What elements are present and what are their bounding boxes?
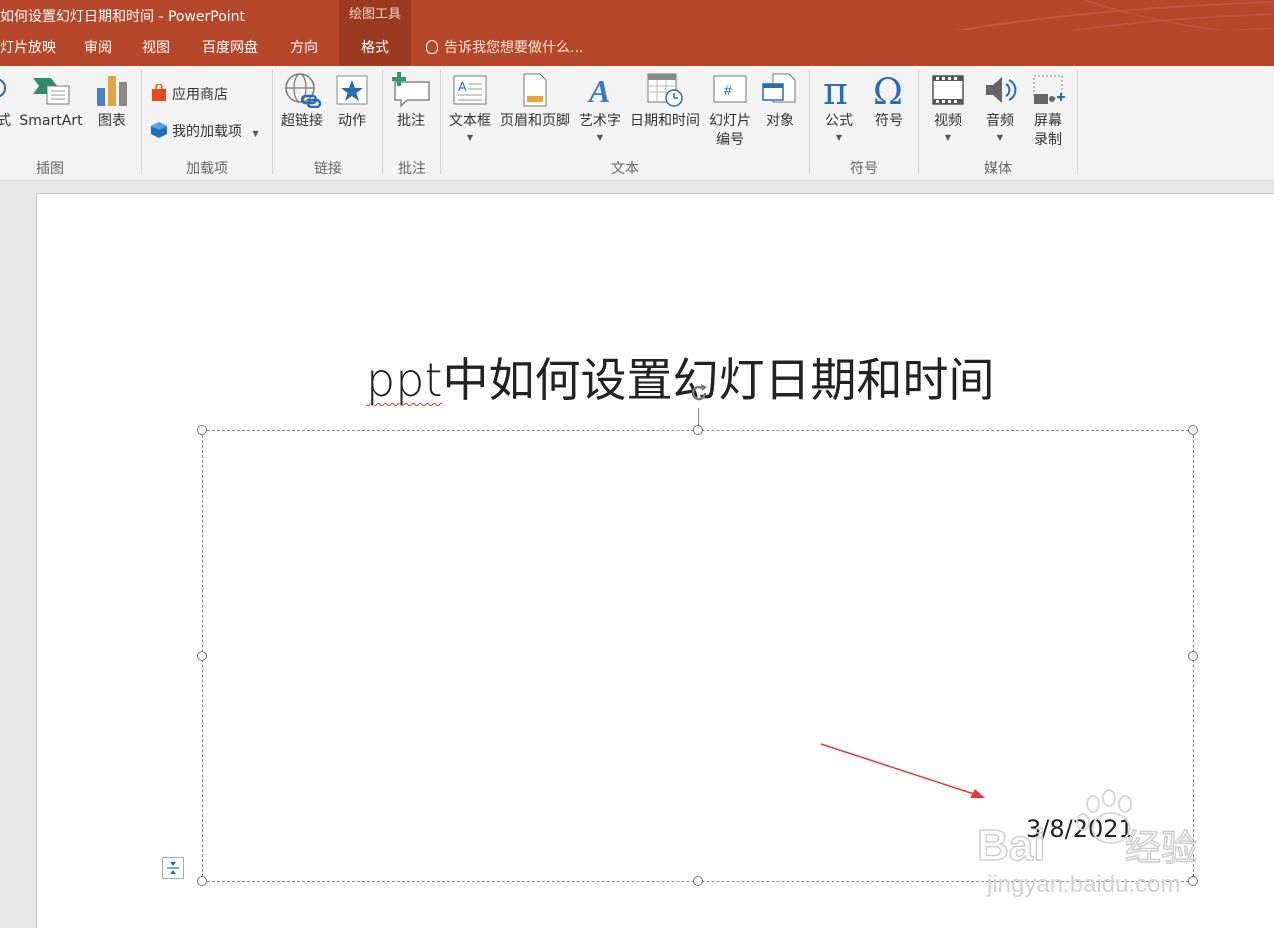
title-bar: 如何设置幻灯日期和时间 - PowerPoint 绘图工具	[0, 0, 1274, 30]
dropdown-caret-icon: ▼	[466, 133, 474, 142]
chart-button[interactable]: 图表	[94, 72, 130, 131]
screen-record-icon	[1033, 75, 1065, 104]
slide-title-ppt-word: ppt	[366, 353, 443, 407]
header-footer-icon	[523, 73, 547, 107]
group-label-links: 链接	[314, 161, 342, 177]
hyperlink-button[interactable]: 超链接	[278, 72, 326, 131]
group-label-symbols: 符号	[850, 161, 878, 177]
decorative-swoosh	[955, 0, 1274, 30]
svg-text:π: π	[823, 72, 848, 108]
resize-handle-top[interactable]	[693, 425, 703, 435]
omega-icon: Ω	[873, 72, 903, 108]
group-separator	[440, 70, 441, 174]
tell-me-search[interactable]: 告诉我您想要做什么...	[426, 30, 583, 66]
action-button[interactable]: 动作	[334, 72, 370, 131]
group-label-illustrations: 插图	[36, 161, 64, 177]
smartart-button[interactable]: SmartArt	[18, 72, 84, 131]
tab-slideshow[interactable]: 灯片放映	[0, 30, 56, 66]
tab-baidu-netdisk[interactable]: 百度网盘	[202, 30, 258, 66]
resize-handle-bottom[interactable]	[693, 876, 703, 886]
resize-handle-top-right[interactable]	[1188, 425, 1198, 435]
smartart-icon	[33, 78, 70, 105]
comment-button[interactable]: 批注	[390, 72, 432, 131]
svg-text:A: A	[587, 73, 610, 108]
group-label-media: 媒体	[984, 161, 1012, 177]
group-separator	[382, 70, 383, 174]
slide-editing-area: ppt中如何设置幻灯日期和时间 3/8/2021 Bai 经验 jingyan.…	[0, 181, 1274, 928]
equation-button[interactable]: π 公式 ▼	[818, 72, 860, 143]
slide-number-icon: #	[713, 75, 747, 103]
group-label-text: 文本	[611, 161, 639, 177]
shapes-button-partial[interactable]: 式	[0, 72, 14, 131]
resize-handle-bottom-right[interactable]	[1188, 876, 1198, 886]
tab-direction[interactable]: 方向	[290, 30, 318, 66]
ribbon: 式 SmartArt 图表 插图 应用商店 我的加载项 ▼ 加载项 超链接 动作…	[0, 66, 1274, 181]
rotate-handle-icon[interactable]	[687, 381, 711, 405]
textbox-icon: A	[453, 75, 487, 105]
resize-handle-right[interactable]	[1188, 651, 1198, 661]
video-button[interactable]: 视频 ▼	[928, 72, 968, 143]
textbox-button[interactable]: A 文本框 ▼	[446, 72, 494, 143]
tab-review[interactable]: 审阅	[84, 30, 112, 66]
contextual-tab-title: 绘图工具	[339, 0, 411, 30]
dropdown-caret-icon: ▼	[996, 133, 1004, 142]
globe-link-icon	[285, 73, 322, 108]
header-footer-button[interactable]: 页眉和页脚	[497, 72, 573, 131]
svg-text:Ω: Ω	[873, 72, 903, 108]
annotation-arrow	[820, 743, 985, 798]
resize-handle-bottom-left[interactable]	[197, 876, 207, 886]
window-title: 如何设置幻灯日期和时间 - PowerPoint	[0, 9, 246, 25]
dropdown-caret-icon: ▼	[596, 133, 604, 142]
slide-title-text: 中如何设置幻灯日期和时间	[442, 353, 995, 407]
slide-number-button[interactable]: # 幻灯片 编号	[706, 72, 754, 150]
pi-icon: π	[823, 72, 848, 108]
tab-view[interactable]: 视图	[142, 30, 170, 66]
object-icon	[762, 73, 796, 103]
comment-icon	[392, 72, 430, 108]
group-label-addins: 加载项	[186, 161, 228, 177]
svg-text:#: #	[724, 82, 732, 98]
date-field[interactable]: 3/8/2021	[1026, 815, 1134, 843]
dropdown-caret-icon: ▼	[252, 129, 259, 138]
dropdown-caret-icon: ▼	[944, 133, 952, 142]
slide-title[interactable]: ppt中如何设置幻灯日期和时间	[366, 344, 994, 410]
group-label-comments: 批注	[398, 161, 426, 177]
wordart-button[interactable]: A 艺术字 ▼	[576, 72, 624, 143]
object-button[interactable]: 对象	[760, 72, 800, 131]
lightbulb-icon	[426, 40, 438, 54]
film-icon	[932, 75, 964, 105]
store-bag-icon	[152, 83, 166, 101]
calendar-clock-icon	[647, 73, 683, 107]
wordart-icon: A	[587, 73, 610, 108]
audio-button[interactable]: 音频 ▼	[980, 72, 1020, 143]
symbol-button[interactable]: Ω 符号	[868, 72, 910, 131]
shapes-icon	[0, 78, 6, 98]
resize-handle-left[interactable]	[197, 651, 207, 661]
bar-chart-icon	[97, 76, 127, 106]
my-addins-button[interactable]: 我的加载项 ▼	[150, 121, 259, 141]
slide-canvas[interactable]: ppt中如何设置幻灯日期和时间 3/8/2021 Bai 经验 jingyan.…	[36, 193, 1274, 928]
ribbon-tab-row: 灯片放映 审阅 视图 百度网盘 方向 格式 告诉我您想要做什么...	[0, 30, 1274, 66]
speaker-icon	[986, 77, 1017, 103]
action-star-icon	[336, 75, 368, 105]
group-separator	[918, 70, 919, 174]
tab-format[interactable]: 格式	[339, 30, 411, 66]
store-button[interactable]: 应用商店	[150, 83, 228, 104]
screen-recording-button[interactable]: 屏幕 录制	[1028, 72, 1068, 150]
autofit-options-icon[interactable]	[162, 857, 184, 879]
resize-handle-top-left[interactable]	[197, 425, 207, 435]
addin-cube-icon	[151, 122, 167, 138]
group-separator	[1077, 70, 1078, 174]
date-time-button[interactable]: 日期和时间	[627, 72, 703, 131]
tell-me-text: 告诉我您想要做什么...	[444, 40, 584, 56]
svg-text:A: A	[458, 79, 467, 94]
group-separator	[272, 70, 273, 174]
dropdown-caret-icon: ▼	[835, 133, 843, 142]
